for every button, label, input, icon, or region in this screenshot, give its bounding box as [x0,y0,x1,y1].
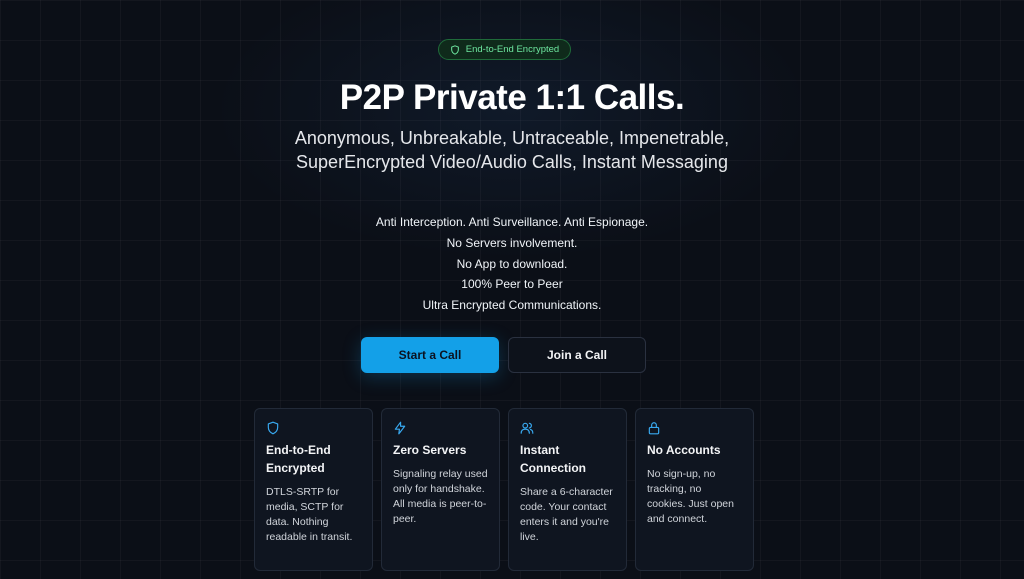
join-call-button[interactable]: Join a Call [508,337,646,373]
feature-description: Signaling relay used only for handshake.… [393,468,488,525]
feature-title: No Accounts [647,443,721,457]
lightning-icon [394,421,406,435]
feature-card-zero-servers: Zero Servers Signaling relay used only f… [381,408,500,571]
page-subtitle: Anonymous, Unbreakable, Untraceable, Imp… [294,128,730,172]
feature-description: DTLS-SRTP for media, SCTP for data. Noth… [266,486,353,543]
badge-label: End-to-End Encrypted [465,44,560,55]
feature-description: No sign-up, no tracking, no cookies. Jus… [647,468,734,525]
tagline-list: Anti Interception. Anti Surveillance. An… [0,212,1024,316]
feature-title: Instant Connection [520,443,586,475]
shield-icon [267,421,279,435]
tagline-item: Ultra Encrypted Communications. [422,298,602,313]
encryption-badge: End-to-End Encrypted [438,39,571,60]
start-call-button[interactable]: Start a Call [361,337,499,373]
feature-title: Zero Servers [393,443,467,457]
users-icon [520,422,534,434]
feature-description: Share a 6-character code. Your contact e… [520,486,613,543]
page-title: P2P Private 1:1 Calls. [339,78,685,117]
tagline-item: No App to download. [456,256,568,271]
feature-card-encrypted: End-to-End Encrypted DTLS-SRTP for media… [254,408,373,571]
feature-title: End-to-End Encrypted [266,443,331,475]
feature-card-no-accounts: No Accounts No sign-up, no tracking, no … [635,408,754,571]
tagline-item: 100% Peer to Peer [461,277,563,292]
tagline-item: Anti Interception. Anti Surveillance. An… [375,215,649,229]
tagline-item: No Servers involvement. [446,235,578,250]
shield-icon [450,44,459,55]
lock-icon [648,422,660,435]
feature-card-instant-connection: Instant Connection Share a 6-character c… [508,408,627,571]
